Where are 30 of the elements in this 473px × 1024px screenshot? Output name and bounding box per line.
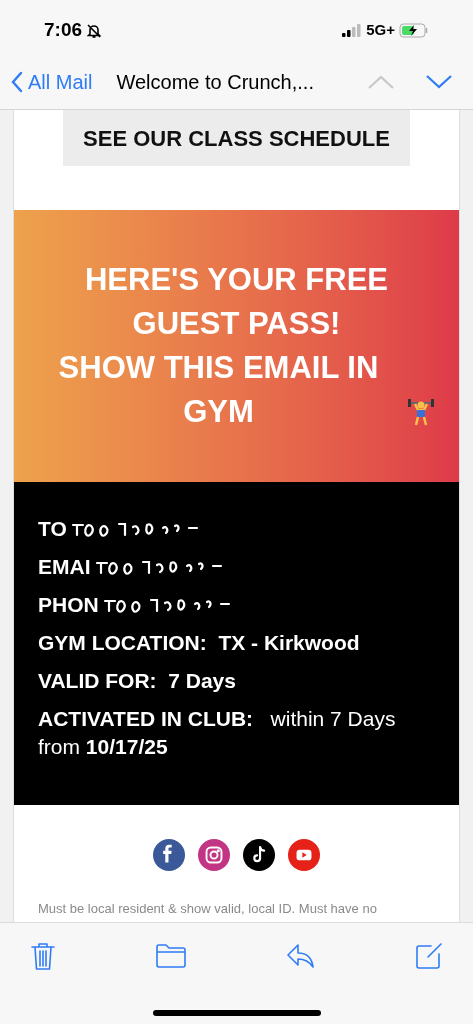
- detail-label: PHON: [38, 592, 99, 618]
- instagram-icon[interactable]: [198, 839, 230, 871]
- disclaimer-text: Must be local resident & show valid, local ID. Must have no: [37, 900, 378, 918]
- muted-bell-icon: [86, 22, 103, 39]
- battery-charging-icon: [399, 23, 429, 38]
- status-time: 7:06: [44, 18, 83, 43]
- email-subject: Welcome to Crunch,...: [116, 70, 314, 95]
- banner-heading: HERE'S YOUR FREE GUEST PASS!: [83, 261, 390, 343]
- reply-icon[interactable]: [286, 942, 316, 970]
- back-button[interactable]: All Mail: [10, 67, 93, 97]
- banner-heading: SHOW THIS EMAIL IN GYM: [57, 349, 380, 431]
- network-label: 5G+: [366, 20, 395, 41]
- class-schedule-button[interactable]: SEE OUR CLASS SCHEDULE: [63, 110, 410, 166]
- tiktok-icon[interactable]: [243, 839, 275, 871]
- detail-line: ACTIVATED IN CLUB: within 7 Days from 10/17/25: [38, 706, 397, 760]
- detail-line: GYM LOCATION: TX - Kirkwood: [38, 630, 361, 656]
- compose-icon[interactable]: [415, 942, 443, 970]
- chevron-up-icon: [367, 74, 395, 90]
- chevron-left-icon: [10, 71, 24, 93]
- next-button[interactable]: [425, 74, 453, 90]
- detail-label: TO: [38, 516, 67, 542]
- folder-icon[interactable]: [155, 943, 187, 969]
- youtube-icon[interactable]: [288, 839, 320, 871]
- facebook-icon[interactable]: [153, 839, 185, 871]
- detail-line: VALID FOR: 7 Days: [38, 668, 237, 694]
- trash-icon[interactable]: [30, 941, 56, 971]
- chevron-down-icon: [425, 74, 453, 90]
- signal-icon: [342, 24, 363, 37]
- detail-label: EMAI: [38, 554, 91, 580]
- weightlifter-icon: [406, 396, 435, 426]
